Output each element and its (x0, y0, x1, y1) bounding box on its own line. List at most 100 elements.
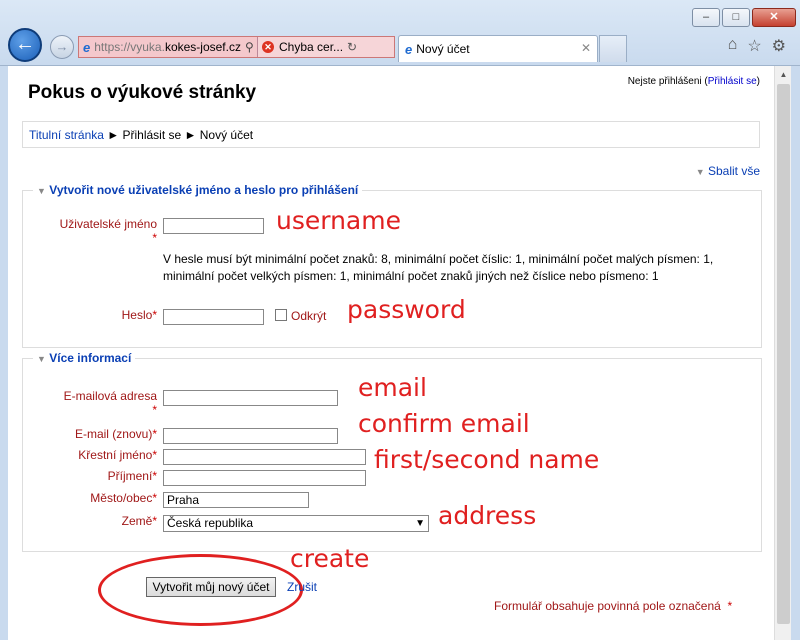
gear-icon[interactable]: ⚙ (772, 36, 786, 56)
breadcrumb-separator-icon: ► (184, 128, 200, 142)
ie-page-icon: e (83, 39, 91, 55)
scroll-up-icon[interactable]: ▲ (775, 66, 792, 83)
lastname-label-text: Příjmení (107, 469, 153, 483)
required-icon: * (152, 403, 157, 417)
password-label: Heslo* (23, 308, 157, 322)
firstname-label-text: Křestní jméno (78, 448, 153, 462)
triangle-down-icon: ▼ (37, 354, 46, 364)
firstname-input[interactable] (163, 449, 366, 465)
cancel-link[interactable]: Zrušit (287, 580, 317, 594)
chevron-down-icon: ▼ (415, 518, 425, 529)
lastname-label: Příjmení* (23, 469, 157, 483)
city-input[interactable]: Praha (163, 492, 309, 508)
search-icon[interactable]: ⚲ (245, 40, 254, 54)
required-note-text: Formulář obsahuje povinná pole označená (494, 599, 721, 613)
collapse-all-link[interactable]: ▼ Sbalit vše (696, 164, 760, 178)
username-label-text: Uživatelské jméno (59, 217, 157, 231)
unmask-label[interactable]: Odkrýt (291, 309, 326, 323)
email-label-text: E-mailová adresa (63, 389, 157, 403)
fieldset-more-info-legend[interactable]: ▼ Více informací (33, 351, 136, 365)
vertical-scrollbar[interactable]: ▲ (774, 66, 791, 640)
tab-close-icon[interactable]: ✕ (581, 41, 591, 55)
back-button[interactable]: ← (8, 28, 42, 62)
login-link[interactable]: Přihlásit se (708, 76, 757, 87)
required-icon: * (152, 231, 157, 245)
tab-new-account[interactable]: e Nový účet ✕ (398, 35, 598, 62)
city-label: Město/obec* (23, 491, 157, 505)
city-label-text: Město/obec (90, 491, 153, 505)
new-tab-button[interactable] (599, 35, 627, 62)
close-window-button[interactable]: ✕ (752, 8, 796, 27)
email-confirm-label: E-mail (znovu)* (23, 427, 157, 441)
tab-certificate-error[interactable]: ✕ Chyba cer... ↻ (257, 37, 394, 57)
tab-title: Nový účet (416, 42, 470, 56)
login-info: Nejste přihlášeni (Přihlásit se) (627, 76, 760, 87)
address-bar[interactable]: e https://vyuka.kokes-josef.cz ⚲ ▼ ✕ Chy… (78, 36, 395, 58)
tab-error-title: Chyba cer... (279, 40, 344, 54)
window-controls: – □ ✕ (692, 8, 796, 27)
toolbar-icons: ⌂ ☆ ⚙ (728, 36, 786, 56)
fieldset-account: ▼ Vytvořit nové uživatelské jméno a hesl… (22, 183, 762, 348)
create-account-button[interactable]: Vytvořit můj nový účet (146, 577, 276, 597)
browser-chrome: – □ ✕ ← → e https://vyuka. kokes-josef.cz… (0, 0, 800, 66)
breadcrumb-separator-icon: ► (107, 128, 123, 142)
annotation-username: username (276, 206, 401, 235)
legend-text: Více informací (49, 351, 132, 365)
scroll-thumb[interactable] (777, 84, 790, 624)
triangle-down-icon: ▼ (695, 167, 705, 177)
annotation-create: create (290, 544, 370, 573)
password-policy-help: V hesle musí být minimální počet znaků: … (163, 252, 714, 283)
collapse-all-label: Sbalit vše (707, 164, 760, 178)
forward-button[interactable]: → (50, 35, 74, 59)
breadcrumb: Titulní stránka ► Přihlásit se ► Nový úč… (22, 121, 760, 148)
home-icon[interactable]: ⌂ (728, 36, 738, 56)
country-selected-value: Česká republika (167, 516, 254, 530)
triangle-down-icon: ▼ (37, 186, 46, 196)
url-domain: kokes-josef.cz (164, 40, 241, 54)
fieldset-more-info: ▼ Více informací E-mailová adresa * email… (22, 351, 762, 552)
legend-text: Vytvořit nové uživatelské jméno a heslo … (49, 183, 359, 197)
arrow-left-icon: ← (15, 33, 35, 55)
ie-tab-icon: e (405, 41, 413, 57)
annotation-email: email (358, 373, 427, 402)
lastname-input[interactable] (163, 470, 366, 486)
breadcrumb-login[interactable]: Přihlásit se (122, 128, 181, 142)
annotation-name: first/second name (374, 445, 600, 474)
required-icon: * (152, 308, 157, 322)
url-field[interactable]: e https://vyuka.kokes-josef.cz ⚲ ▼ (79, 37, 257, 57)
page-content: Nejste přihlášeni (Přihlásit se) Pokus o… (8, 66, 774, 640)
unmask-checkbox[interactable] (275, 309, 287, 321)
username-input[interactable] (163, 218, 264, 234)
country-label: Země* (23, 514, 157, 528)
email-confirm-input[interactable] (163, 428, 338, 444)
url-prefix: https://vyuka. (94, 40, 165, 54)
favorites-star-icon[interactable]: ☆ (747, 36, 761, 56)
maximize-button[interactable]: □ (722, 8, 750, 27)
country-label-text: Země (121, 514, 153, 528)
email-label: E-mailová adresa * (23, 389, 157, 417)
required-fields-note: Formulář obsahuje povinná pole označená … (494, 599, 732, 613)
error-icon: ✕ (262, 41, 274, 53)
required-icon: * (152, 427, 157, 441)
arrow-right-icon: → (55, 39, 69, 54)
fieldset-account-legend[interactable]: ▼ Vytvořit nové uživatelské jméno a hesl… (33, 183, 363, 197)
refresh-icon[interactable]: ↻ (347, 40, 357, 54)
annotation-confirm-email: confirm email (358, 409, 530, 438)
country-select[interactable]: Česká republika ▼ (163, 515, 429, 532)
email-input[interactable] (163, 390, 338, 406)
breadcrumb-current: Nový účet (199, 128, 254, 142)
password-label-text: Heslo (121, 308, 153, 322)
required-icon: * (152, 514, 157, 528)
firstname-label: Křestní jméno* (23, 448, 157, 462)
window-border-right (791, 66, 800, 640)
breadcrumb-home[interactable]: Titulní stránka (29, 128, 104, 142)
minimize-button[interactable]: – (692, 8, 720, 27)
annotation-password: password (347, 295, 466, 324)
required-icon: * (724, 599, 733, 613)
login-status: Nejste přihlášeni (627, 76, 702, 87)
annotation-address: address (438, 501, 537, 530)
required-icon: * (152, 448, 157, 462)
password-input[interactable] (163, 309, 264, 325)
username-label: Uživatelské jméno * (23, 217, 157, 245)
page-title: Pokus o výukové stránky (28, 82, 257, 103)
